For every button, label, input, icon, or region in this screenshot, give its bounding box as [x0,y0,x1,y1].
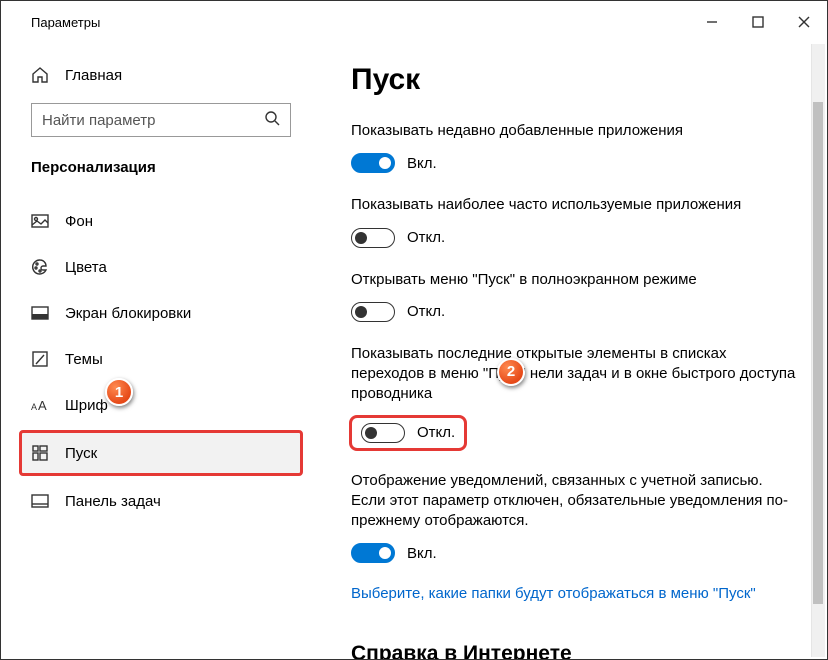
picture-icon [31,212,49,230]
sidebar-item-lockscreen[interactable]: Экран блокировки [1,290,321,336]
sidebar-item-colors[interactable]: Цвета [1,244,321,290]
sidebar-item-fonts[interactable]: AA Шриф 1 [1,382,321,428]
setting-recent-apps: Показывать недавно добавленные приложени… [351,121,797,173]
toggle-recent-apps[interactable] [351,153,395,173]
setting-label: Отображение уведомлений, связанных с уче… [351,471,797,532]
toggle-most-used[interactable] [351,228,395,248]
toggle-jumplists[interactable] [361,423,405,443]
scroll-thumb[interactable] [813,102,823,206]
toggle-fullscreen[interactable] [351,302,395,322]
search-icon [264,110,280,131]
maximize-button[interactable] [735,1,781,43]
toggle-state: Откл. [407,303,445,320]
setting-fullscreen: Открывать меню "Пуск" в полноэкранном ре… [351,270,797,322]
taskbar-icon [31,492,49,510]
toggle-state: Откл. [407,229,445,246]
callout-2: 2 [497,358,525,386]
scroll-thumb[interactable] [813,204,823,604]
sidebar-item-label: Пуск [65,445,97,462]
sidebar-item-label: Цвета [65,259,107,276]
setting-label: Показывать наиболее часто используемые п… [351,195,797,215]
window-title: Параметры [31,15,100,30]
home-label: Главная [65,67,122,84]
home-button[interactable]: Главная [1,55,321,95]
svg-text:A: A [38,398,47,412]
sidebar-item-label: Фон [65,213,93,230]
help-header: Справка в Интернете [351,642,797,659]
sidebar-item-label: Панель задач [65,493,161,510]
sidebar-item-label: Шриф [65,397,108,414]
page-title: Пуск [351,63,797,97]
setting-label: Показывать последние открытые элементы в… [351,344,797,405]
setting-notifications: Отображение уведомлений, связанных с уче… [351,471,797,564]
section-header: Персонализация [1,151,321,192]
sidebar-item-label: Экран блокировки [65,305,191,322]
search-input[interactable] [31,103,291,137]
sidebar: Главная Персонализация Фон Цвета Экран [1,43,321,659]
themes-icon [31,350,49,368]
start-icon [31,444,49,462]
callout-1: 1 [105,378,133,406]
home-icon [31,66,49,84]
close-button[interactable] [781,1,827,43]
sidebar-item-taskbar[interactable]: Панель задач [1,478,321,524]
sidebar-item-background[interactable]: Фон [1,198,321,244]
minimize-button[interactable] [689,1,735,43]
toggle-state: Вкл. [407,545,437,562]
lockscreen-icon [31,304,49,322]
sidebar-item-start[interactable]: Пуск [19,430,303,476]
toggle-notifications[interactable] [351,543,395,563]
setting-label: Открывать меню "Пуск" в полноэкранном ре… [351,270,797,290]
setting-jumplists: Показывать последние открытые элементы в… [351,344,797,449]
palette-icon [31,258,49,276]
folders-link[interactable]: Выберите, какие папки будут отображаться… [351,585,797,602]
main-content: Пуск Показывать недавно добавленные прил… [321,43,827,659]
setting-label: Показывать недавно добавленные приложени… [351,121,797,141]
sidebar-item-label: Темы [65,351,103,368]
sidebar-item-themes[interactable]: Темы [1,336,321,382]
setting-most-used: Показывать наиболее часто используемые п… [351,195,797,247]
toggle-state: Откл. [417,424,455,441]
toggle-state: Вкл. [407,155,437,172]
scrollbar[interactable] [811,44,825,657]
svg-text:A: A [31,402,37,412]
font-icon: AA [31,396,49,414]
